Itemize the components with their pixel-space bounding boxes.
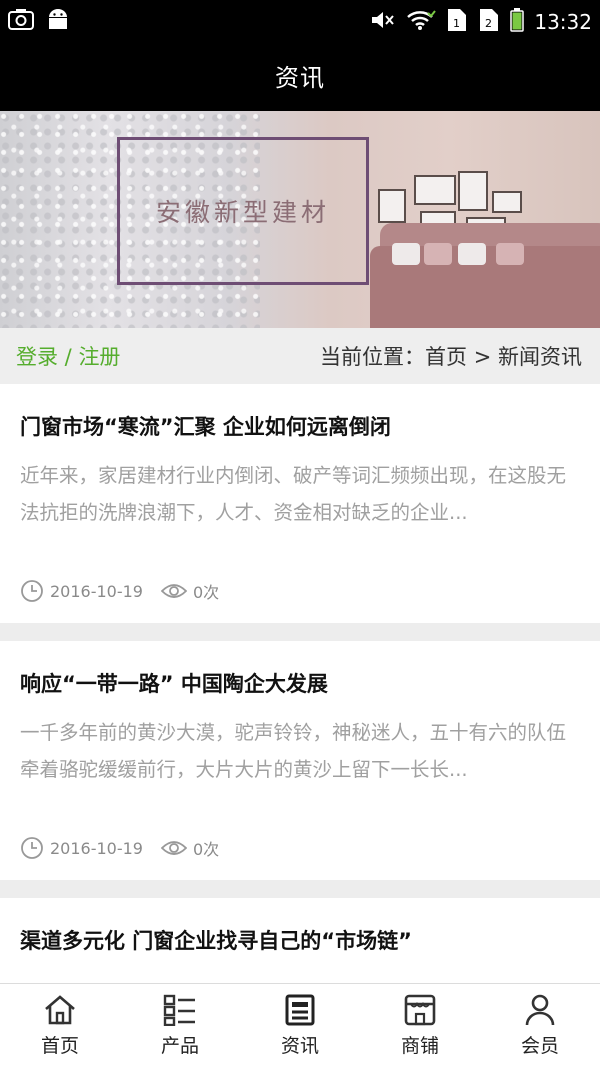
- battery-icon: [510, 8, 525, 36]
- mute-icon: [370, 9, 396, 35]
- android-icon: [46, 8, 70, 34]
- login-separator: /: [58, 345, 79, 369]
- register-link[interactable]: 注册: [78, 345, 120, 369]
- sim1-icon: 1: [446, 8, 468, 36]
- wall-picture: [378, 189, 406, 223]
- news-title[interactable]: 渠道多元化 门窗企业找寻自己的“市场链”: [20, 925, 412, 955]
- breadcrumb: 当前位置：首页 > 新闻资讯: [320, 345, 582, 369]
- nav-label: 资讯: [280, 1035, 319, 1057]
- news-title[interactable]: 响应“一带一路” 中国陶企大发展: [20, 668, 328, 698]
- news-date: 2016-10-19: [50, 581, 143, 601]
- wall-picture: [492, 191, 522, 213]
- eye-icon: [160, 581, 187, 601]
- news-meta: 2016-10-19 0次: [20, 579, 219, 603]
- nav-shop[interactable]: 商铺: [360, 984, 480, 1067]
- nav-label: 会员: [520, 1035, 559, 1057]
- banner-frame: 安徽新型建材: [117, 137, 369, 285]
- shop-icon: [403, 993, 437, 1027]
- pillow: [496, 243, 524, 265]
- nav-news[interactable]: 资讯: [240, 984, 360, 1067]
- page-title: 资讯: [275, 64, 325, 92]
- wall-picture: [458, 171, 488, 211]
- screenshot-icon: [8, 8, 34, 34]
- title-bar: 资讯: [0, 40, 600, 111]
- news-item[interactable]: 响应“一带一路” 中国陶企大发展 一千多年前的黄沙大漠，驼声铃铃，神秘迷人，五十…: [0, 641, 600, 880]
- nav-products[interactable]: 产品: [120, 984, 240, 1067]
- nav-label: 产品: [160, 1035, 199, 1057]
- news-summary: 近年来，家居建材行业内倒闭、破产等词汇频频出现，在这股无法抗拒的洗牌浪潮下，人才…: [20, 464, 567, 524]
- news-summary: 一千多年前的黄沙大漠，驼声铃铃，神秘迷人，五十有六的队伍牵着骆驼缓缓前行，大片大…: [20, 721, 567, 781]
- home-icon: [43, 993, 77, 1027]
- news-date: 2016-10-19: [50, 838, 143, 858]
- nav-member[interactable]: 会员: [480, 984, 600, 1067]
- pillow: [458, 243, 486, 265]
- clock-icon: [20, 579, 44, 603]
- svg-text:2: 2: [485, 17, 492, 30]
- news-icon: [283, 993, 317, 1027]
- status-time: 13:32: [534, 10, 592, 34]
- nav-label: 首页: [40, 1035, 79, 1057]
- login-register: 登录 / 注册: [16, 341, 120, 371]
- banner-image[interactable]: 安徽新型建材: [0, 111, 600, 328]
- news-title[interactable]: 门窗市场“寒流”汇聚 企业如何远离倒闭: [20, 411, 391, 441]
- login-link[interactable]: 登录: [16, 345, 58, 369]
- news-views: 0次: [192, 583, 220, 602]
- news-meta: 2016-10-19 0次: [20, 836, 219, 860]
- nav-home[interactable]: 首页: [0, 984, 120, 1067]
- member-icon: [523, 993, 557, 1027]
- banner-text: 安徽新型建材: [155, 198, 330, 227]
- pillow: [424, 243, 452, 265]
- bottom-nav: 首页 产品 资讯 商铺 会员: [0, 983, 600, 1067]
- news-views: 0次: [192, 840, 220, 859]
- svg-text:1: 1: [453, 17, 460, 30]
- breadcrumb-row: 登录 / 注册 当前位置：首页 > 新闻资讯: [0, 328, 600, 384]
- pillow: [392, 243, 420, 265]
- news-item[interactable]: 门窗市场“寒流”汇聚 企业如何远离倒闭 近年来，家居建材行业内倒闭、破产等词汇频…: [0, 384, 600, 623]
- sim2-icon: 2: [478, 8, 500, 36]
- product-list-icon: [163, 993, 197, 1027]
- wall-picture: [414, 175, 456, 205]
- clock-icon: [20, 836, 44, 860]
- eye-icon: [160, 838, 187, 858]
- wifi-icon: [406, 9, 437, 35]
- news-item[interactable]: 渠道多元化 门窗企业找寻自己的“市场链”: [0, 898, 600, 983]
- status-bar: 1 2 13:32: [0, 0, 600, 40]
- nav-label: 商铺: [400, 1035, 439, 1057]
